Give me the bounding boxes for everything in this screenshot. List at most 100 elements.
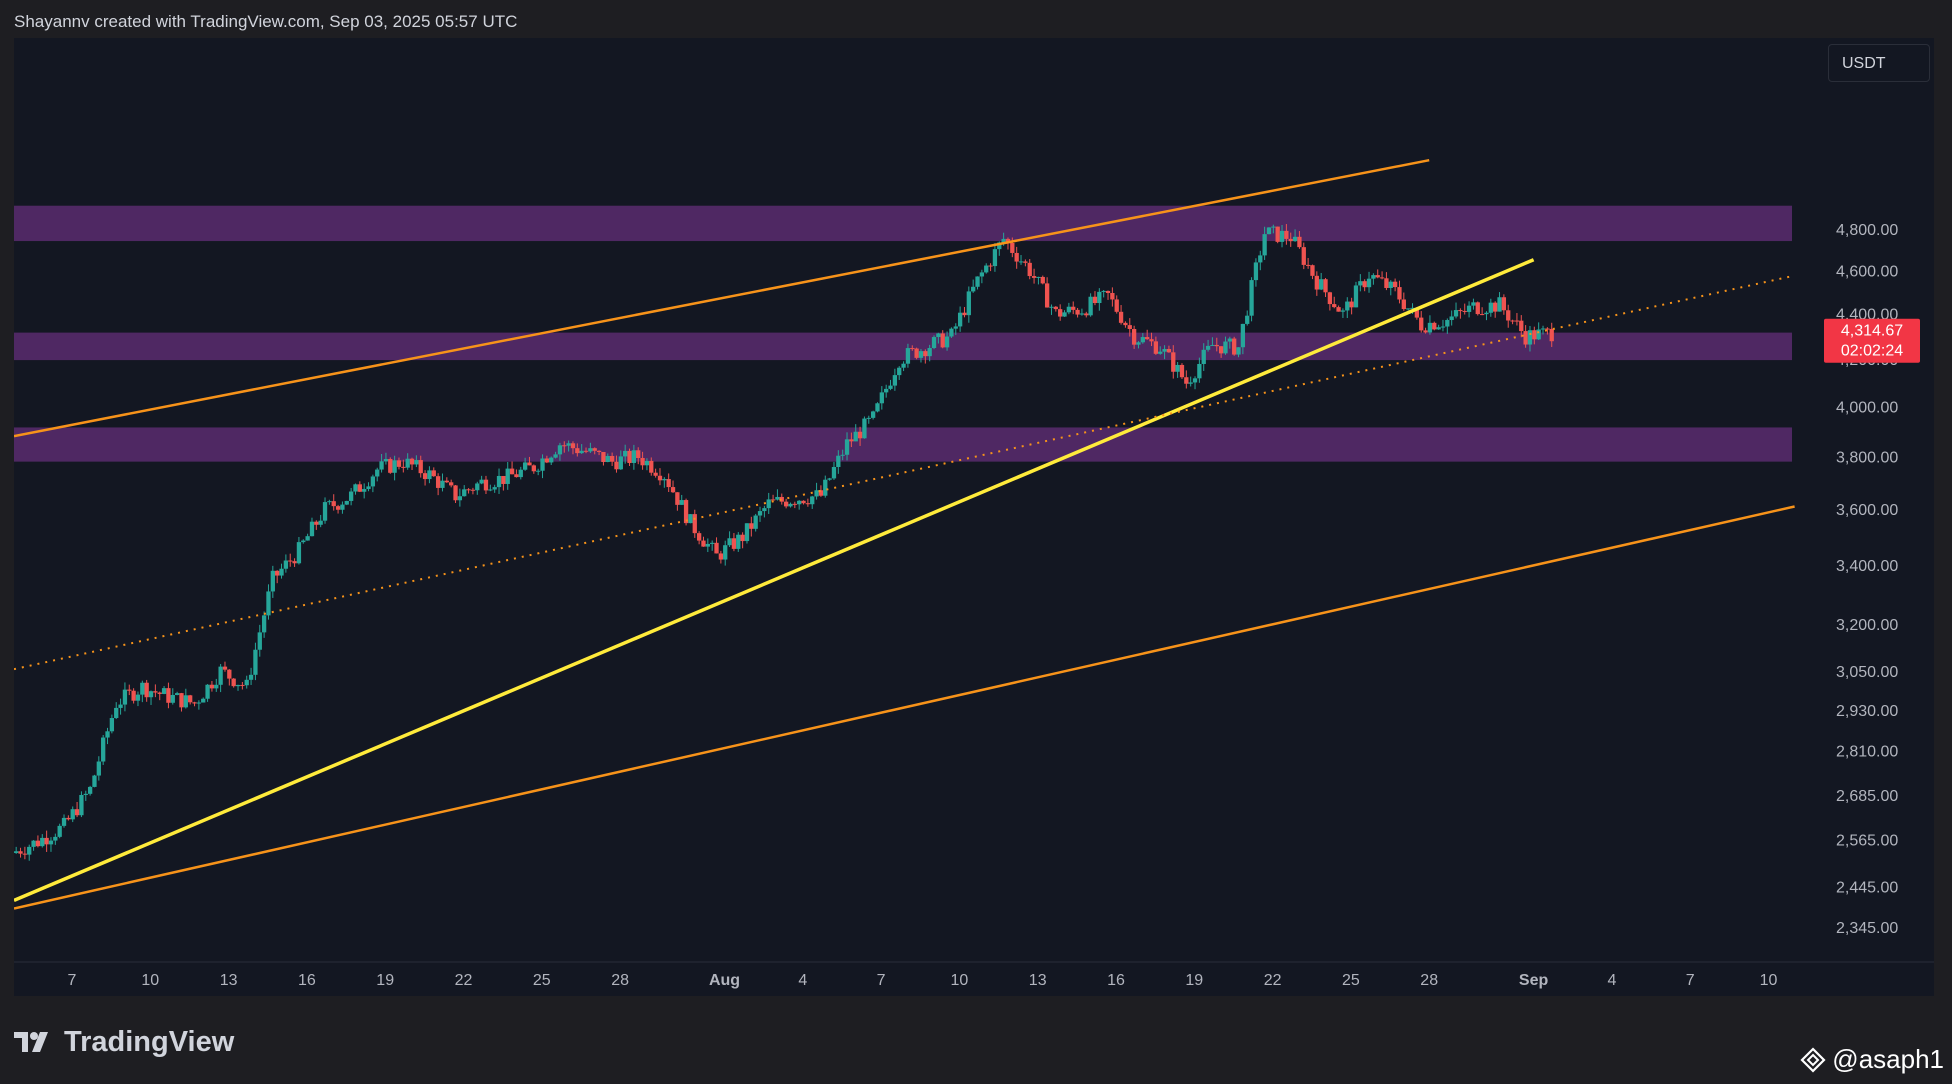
candle-body xyxy=(283,560,289,569)
candle-body xyxy=(605,455,610,463)
candle-body xyxy=(901,363,906,368)
candle-body xyxy=(727,538,732,546)
candle-body xyxy=(1527,330,1533,345)
currency-selector[interactable]: USDT xyxy=(1828,44,1930,82)
time-axis-tick: Aug xyxy=(709,972,740,989)
candle-body xyxy=(1114,299,1119,312)
tradingview-logo[interactable]: TradingView xyxy=(14,1024,234,1060)
candle-body xyxy=(636,450,641,459)
candle-body xyxy=(449,482,454,486)
candle-body xyxy=(714,542,719,554)
candle-body xyxy=(749,523,754,529)
candle-body xyxy=(1262,234,1267,256)
chart-canvas[interactable]: 4,800.004,600.004,400.004,200.004,000.00… xyxy=(14,38,1934,996)
time-axis-tick: 10 xyxy=(141,972,159,989)
candle-body xyxy=(788,503,793,507)
candle-body xyxy=(431,470,436,477)
candle-body xyxy=(179,693,184,708)
candle-body xyxy=(1501,297,1507,311)
price-axis-tick: 2,930.00 xyxy=(1836,703,1898,720)
price-axis-tick: 4,000.00 xyxy=(1836,399,1898,416)
candle-body xyxy=(888,385,893,389)
candle-body xyxy=(688,514,693,524)
candle-body xyxy=(375,469,380,477)
candle-body xyxy=(140,682,145,695)
candle-body xyxy=(1275,226,1280,242)
candle-body xyxy=(953,326,958,329)
candle-body xyxy=(670,487,676,493)
candle-body xyxy=(205,684,210,699)
candle-body xyxy=(744,523,750,542)
price-chart[interactable]: 4,800.004,600.004,400.004,200.004,000.00… xyxy=(14,38,1934,996)
candle-body xyxy=(270,570,275,592)
candle-body xyxy=(331,501,336,507)
candle-body xyxy=(1188,382,1193,384)
candle-body xyxy=(427,470,432,480)
candle-body xyxy=(918,351,924,358)
candle-body xyxy=(40,837,45,847)
candle-body xyxy=(114,707,119,719)
candle-body xyxy=(1145,337,1150,340)
candle-body xyxy=(666,479,671,488)
candle-body xyxy=(166,688,171,703)
candle-body xyxy=(1353,285,1359,308)
candle-body xyxy=(1040,276,1045,284)
candle-body xyxy=(949,328,954,337)
candle-body xyxy=(1423,330,1428,333)
candle-body xyxy=(797,500,802,505)
candle-body xyxy=(240,684,245,686)
candle-body xyxy=(1092,296,1098,304)
candle-body xyxy=(857,431,863,439)
candle-body xyxy=(1179,364,1185,378)
candle-body xyxy=(701,540,706,547)
candle-body xyxy=(962,312,967,316)
candle-body xyxy=(971,286,976,292)
price-axis-tick: 2,565.00 xyxy=(1836,833,1898,850)
candle-body xyxy=(1510,320,1515,322)
candle-body xyxy=(836,455,841,468)
candle-body xyxy=(479,479,484,484)
candle-body xyxy=(222,666,228,670)
candle-body xyxy=(544,458,550,463)
candle-body xyxy=(340,504,345,510)
candle-body xyxy=(218,666,223,685)
candle-body xyxy=(314,521,319,525)
candle-body xyxy=(640,458,645,466)
candle-body xyxy=(536,470,541,472)
candle-body xyxy=(14,851,19,853)
time-axis-tick: 22 xyxy=(1264,972,1282,989)
candle-body xyxy=(109,718,115,732)
candle-body xyxy=(105,731,110,738)
candle-body xyxy=(1397,287,1402,300)
candle-body xyxy=(266,591,271,616)
candle-body xyxy=(1197,363,1202,379)
candle-body xyxy=(48,840,54,845)
candle-body xyxy=(618,456,623,470)
candle-body xyxy=(531,465,536,472)
candle-body xyxy=(405,458,410,468)
candle-body xyxy=(731,538,737,549)
candle-body xyxy=(936,333,941,338)
candle-body xyxy=(1536,329,1541,340)
candle-body xyxy=(1392,281,1398,288)
price-axis-tick: 2,810.00 xyxy=(1836,744,1898,761)
candle-body xyxy=(579,450,584,454)
candle-body xyxy=(1479,314,1485,316)
candle-body xyxy=(1323,279,1328,293)
candle-body xyxy=(1445,320,1450,327)
price-axis-tick: 2,445.00 xyxy=(1836,879,1898,896)
candle-body xyxy=(1462,310,1467,312)
candle-body xyxy=(766,499,771,509)
candle-body xyxy=(1044,283,1050,308)
candle-body xyxy=(1084,313,1089,316)
candle-body xyxy=(1532,330,1537,340)
candle-body xyxy=(805,503,811,505)
candle-body xyxy=(492,487,497,490)
candle-body xyxy=(192,702,197,704)
candle-body xyxy=(122,689,128,705)
price-axis-tick: 3,600.00 xyxy=(1836,502,1898,519)
candle-body xyxy=(74,809,80,816)
candle-body xyxy=(1288,238,1293,242)
candle-body xyxy=(1023,261,1028,263)
time-axis-tick: 7 xyxy=(68,972,77,989)
